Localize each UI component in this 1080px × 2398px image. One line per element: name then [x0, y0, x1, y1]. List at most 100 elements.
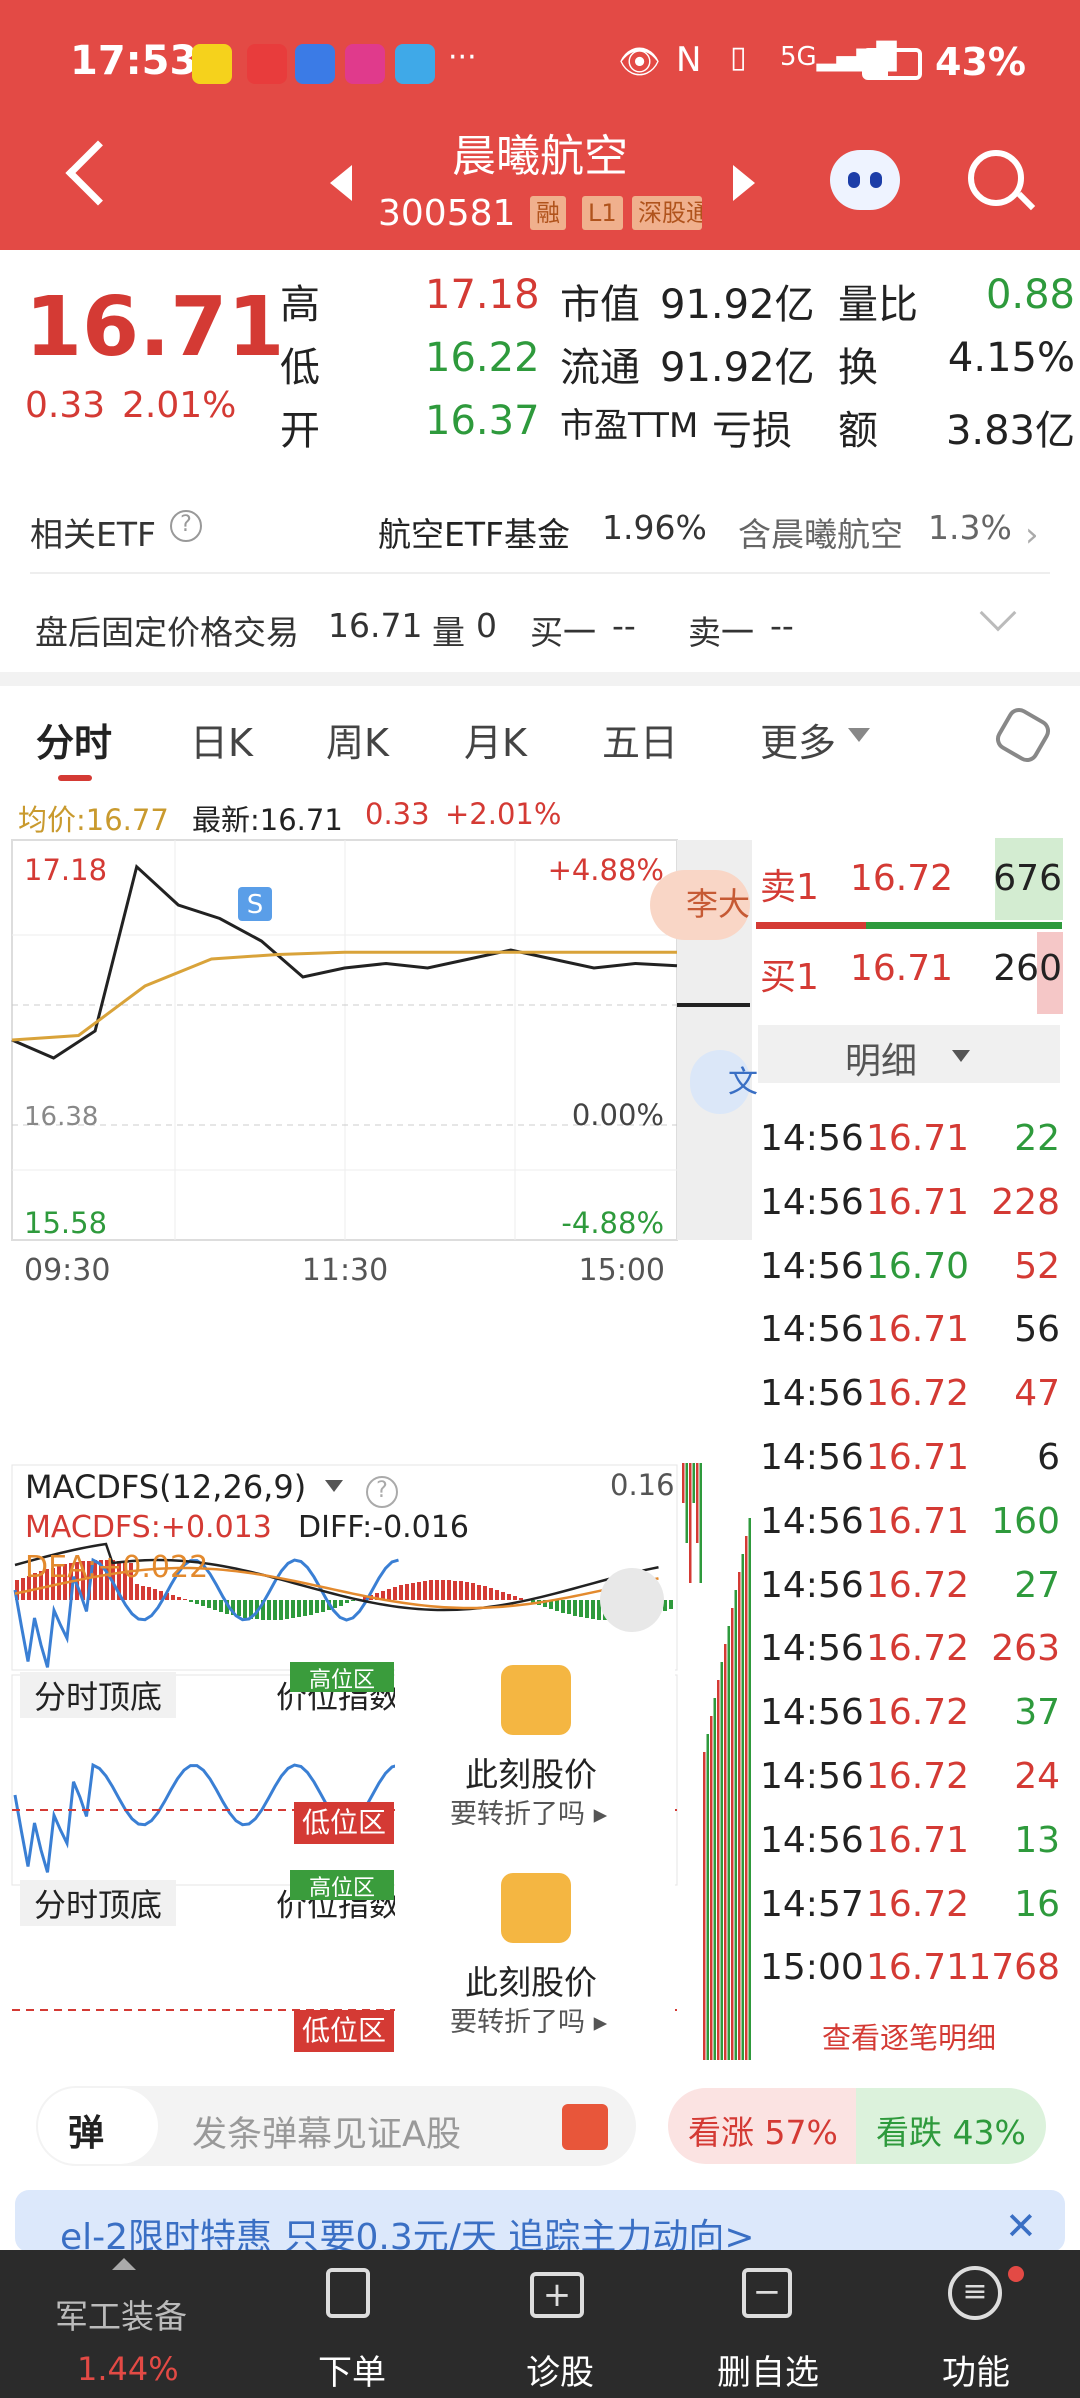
header: 17:53 ··· 👁 N ▯ 5G▂▄▆█ 43% 晨曦航空 300581 融… [0, 0, 1080, 250]
macd-bar [207, 1600, 211, 1608]
etf-fund[interactable]: 航空ETF基金 [378, 508, 570, 556]
promo-card-2[interactable]: 此刻股价 要转折了吗 ▸ [395, 1868, 675, 2038]
chevron-down-icon[interactable] [979, 594, 1017, 632]
quote-l2-0: 市值 [560, 282, 640, 328]
macd-diff: DIFF:-0.016 [298, 1510, 469, 1545]
indicator-name-1[interactable]: 分时顶底 [20, 1672, 177, 1718]
volume-bar [745, 1536, 748, 2060]
next-stock-icon[interactable] [733, 165, 755, 201]
trade-row: 14:56 16.72 37 [760, 1692, 1060, 1756]
macd-bar [189, 1600, 193, 1602]
macd-bar [237, 1600, 241, 1616]
danmu-bar: 弹 发条弹幕见证A股 看涨 57% 看跌 43% [0, 2066, 1080, 2176]
tab-five-day[interactable]: 五日 [602, 712, 678, 767]
vibrate-icon: ▯ [730, 40, 747, 75]
after-hours-label: 盘后固定价格交易 [35, 613, 299, 652]
tab-weekly[interactable]: 周K [326, 712, 389, 767]
macd-bar [669, 1600, 673, 1609]
trade-row: 14:56 16.72 27 [760, 1565, 1060, 1629]
diagnose-button[interactable]: 诊股 [480, 2345, 640, 2394]
sector-name[interactable]: 军工装备 [55, 2290, 187, 2338]
trade-time: 14:56 [760, 1373, 864, 1415]
expand-up-icon[interactable] [112, 2258, 136, 2270]
divider [30, 572, 1050, 574]
axis-up-pct: +4.88% [548, 853, 664, 887]
macd-bar [345, 1600, 349, 1603]
quote-l3-2: 额 [838, 408, 878, 454]
trade-volume: 228 [991, 1181, 1060, 1223]
promo-sub-1: 要转折了吗 ▸ [450, 1799, 608, 1830]
trade-volume: 263 [991, 1628, 1060, 1670]
macd-bar [291, 1600, 295, 1618]
tab-monthly[interactable]: 月K [464, 712, 527, 767]
help-icon[interactable]: ? [170, 510, 202, 542]
macd-bar [555, 1600, 559, 1611]
ask-strength-bar [866, 922, 1062, 929]
macd-bar [561, 1600, 565, 1613]
tab-intraday[interactable]: 分时 [36, 712, 112, 767]
quote-v2-2: 亏损 [712, 408, 792, 454]
low-zone-tag-1: 低位区 [294, 1802, 394, 1844]
notification-dot [1008, 2266, 1024, 2282]
trade-volume: 160 [991, 1500, 1060, 1542]
macd-bar [507, 1594, 511, 1600]
robot-assistant-icon[interactable] [830, 150, 900, 210]
quote-l2-1: 流通 [560, 345, 640, 391]
search-icon[interactable] [968, 150, 1024, 206]
trade-price: 16.71 [866, 1118, 970, 1159]
bearish-vote-button[interactable]: 看跌 43% [856, 2088, 1046, 2164]
comment-bubble-text: 李大 [686, 885, 750, 923]
after-hours-sell-value: -- [770, 606, 794, 645]
danmu-toggle[interactable]: 弹 [38, 2088, 158, 2164]
time-label-close: 15:00 [579, 1253, 665, 1288]
macd-bar [141, 1586, 145, 1600]
macd-bar [171, 1595, 175, 1600]
macd-bar [495, 1590, 499, 1600]
macd-bar [573, 1600, 577, 1616]
view-all-trades-link[interactable]: 查看逐笔明细 [822, 2015, 996, 2057]
trade-row: 14:56 16.71 56 [760, 1309, 1060, 1373]
volume-bar [748, 1518, 751, 2060]
chart-change-pct: +2.01% [445, 797, 562, 831]
macd-bar [453, 1581, 457, 1600]
promo-banner[interactable]: el-2限时特惠 只要0.3元/天 追踪主力动向> ✕ [15, 2190, 1065, 2252]
after-hours-vol-label: 量 [432, 613, 465, 652]
trade-volume: 37 [1014, 1692, 1060, 1734]
indicator-name-2[interactable]: 分时顶底 [20, 1880, 177, 1926]
chart-grid [12, 840, 752, 1240]
trade-price: 16.72 [866, 1373, 970, 1415]
macd-help-icon[interactable]: ? [366, 1476, 398, 1508]
macd-bar [579, 1600, 583, 1617]
danmu-placeholder: 发条弹幕见证A股 [192, 2115, 461, 2155]
macd-name[interactable]: MACDFS(12,26,9) [25, 1468, 306, 1506]
wallet-icon [295, 44, 335, 84]
etf-label: 相关ETF [30, 515, 156, 554]
gift-icon[interactable] [562, 2104, 608, 2150]
macd-bar [483, 1586, 487, 1600]
stock-code: 300581 [378, 193, 516, 234]
order-button[interactable]: 下单 [272, 2345, 432, 2394]
settings-icon[interactable] [991, 703, 1055, 767]
bullish-vote-button[interactable]: 看涨 57% [668, 2088, 856, 2164]
prev-stock-icon[interactable] [330, 165, 352, 201]
remove-favorite-button[interactable]: 删自选 [688, 2345, 848, 2394]
trade-time: 14:56 [760, 1628, 864, 1670]
high-zone-tag-1: 高位区 [290, 1662, 394, 1692]
macd-bar [273, 1600, 277, 1620]
trade-row: 14:56 16.71 6 [760, 1437, 1060, 1501]
trade-time: 14:56 [760, 1756, 864, 1797]
xiaohongshu-icon [247, 44, 287, 84]
tab-more[interactable]: 更多 [760, 712, 836, 767]
eye-icon: 👁 [618, 42, 662, 82]
promo-card-1[interactable]: 此刻股价 要转折了吗 ▸ [395, 1660, 675, 1830]
function-button[interactable]: 功能 [896, 2345, 1056, 2394]
chart-promo-icon [501, 1873, 571, 1943]
chevron-right-icon[interactable]: › [1025, 515, 1039, 555]
quote-l3-1: 换 [838, 345, 878, 391]
close-icon[interactable]: ✕ [1005, 2204, 1037, 2248]
expand-icon[interactable] [600, 1568, 664, 1632]
status-time: 17:53 [70, 38, 198, 84]
trade-price: 16.71 [866, 1947, 970, 1989]
trade-row: 15:00 16.71 1768 [760, 1947, 1060, 2011]
tab-daily[interactable]: 日K [190, 712, 253, 767]
